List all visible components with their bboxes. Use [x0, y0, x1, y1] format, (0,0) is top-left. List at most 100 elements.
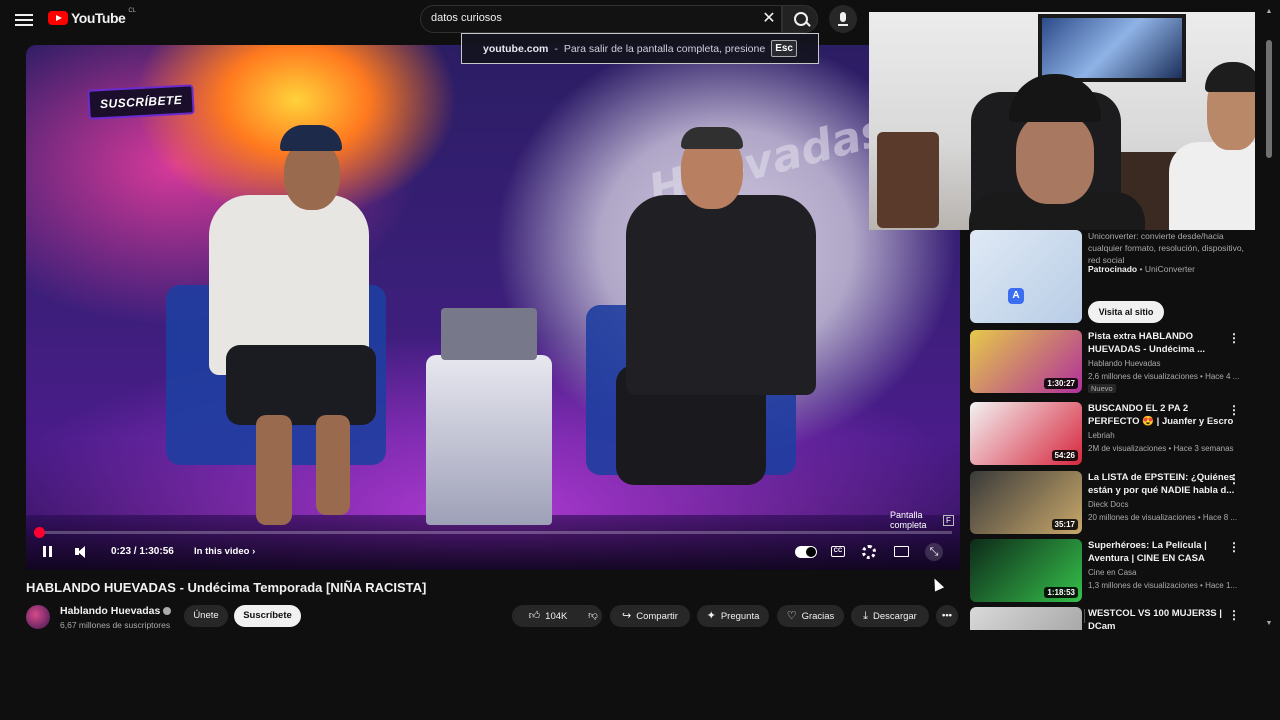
webcam-background-chair: [877, 132, 939, 228]
subscribe-button[interactable]: Suscríbete: [234, 605, 301, 627]
host-left-cap: [280, 125, 342, 151]
dislike-button[interactable]: 👎︎: [586, 605, 600, 627]
page-scrollbar[interactable]: ▲ ▼: [1265, 8, 1273, 630]
more-actions-button[interactable]: •••: [936, 605, 958, 627]
notice-separator: -: [554, 42, 558, 55]
video-player[interactable]: Huevadas SUSCRÍBETE Pantalla completa F …: [26, 45, 960, 570]
scrubber-handle[interactable]: [33, 527, 45, 538]
webcam-overlay: [869, 12, 1255, 230]
recommendation-channel: Hablando Huevadas: [1088, 359, 1161, 368]
like-count: 104K: [545, 611, 568, 622]
scroll-down-arrow[interactable]: ▼: [1265, 620, 1273, 627]
like-button[interactable]: 👍︎ 104K: [518, 605, 578, 628]
video-title: HABLANDO HUEVADAS - Undécima Temporada […: [26, 580, 427, 595]
exit-fullscreen-button[interactable]: ⤡: [925, 543, 943, 561]
search-box: ✕: [420, 5, 782, 33]
scrollbar-thumb[interactable]: [1266, 40, 1272, 158]
subtitles-button[interactable]: CC: [831, 546, 845, 557]
duration-badge: 35:17: [1051, 519, 1078, 530]
scroll-up-arrow[interactable]: ▲: [1265, 8, 1273, 15]
esc-key: Esc: [771, 40, 797, 57]
recommendation-item[interactable]: WESTCOL VS 100 MUJER3S | DCam ⋮: [970, 607, 1260, 630]
recommendation-meta: 20 millones de visualizaciones • Hace 8 …: [1088, 513, 1238, 522]
kebab-menu-icon[interactable]: ⋮: [1228, 404, 1240, 418]
duration-badge: 1:30:27: [1044, 378, 1078, 389]
thanks-button[interactable]: ♡ Gracias: [777, 605, 844, 627]
channel-avatar[interactable]: [26, 605, 50, 629]
kebab-menu-icon[interactable]: ⋮: [1228, 332, 1240, 346]
subscriber-count: 6,67 millones de suscriptores: [60, 620, 171, 630]
chapter-label: In this video: [194, 546, 250, 557]
ad-thumbnail[interactable]: [970, 230, 1082, 323]
clear-search-icon[interactable]: ✕: [760, 10, 778, 28]
autoplay-toggle[interactable]: [795, 546, 817, 558]
recommendation-item[interactable]: 35:17 La LISTA de EPSTEIN: ¿Quiénes está…: [970, 471, 1260, 535]
recommendation-title[interactable]: La LISTA de EPSTEIN: ¿Quiénes están y po…: [1088, 471, 1238, 497]
time-display: 0:23 / 1:30:56: [111, 546, 174, 557]
youtube-watch-page: YouTube CL ✕ Huevadas SUSCRÍBETE Pantall…: [0, 0, 1280, 720]
logo-text: YouTube: [71, 10, 126, 26]
recommendation-thumbnail[interactable]: 54:26: [970, 402, 1082, 465]
recommendation-item[interactable]: 1:30:27 Pista extra HABLANDO HUEVADAS - …: [970, 330, 1260, 394]
chapter-button[interactable]: In this video ›: [194, 540, 255, 564]
youtube-logo[interactable]: YouTube CL: [48, 8, 136, 26]
join-button[interactable]: Únete: [184, 605, 228, 627]
notice-message: Para salir de la pantalla completa, pres…: [563, 42, 766, 55]
ad-text: Uniconverter: convierte desde/hacia cual…: [1088, 231, 1244, 265]
center-table: [426, 355, 552, 525]
notice-domain: youtube.com: [482, 42, 549, 55]
settings-gear-icon[interactable]: [862, 545, 876, 559]
fullscreen-exit-notice: youtube.com - Para salir de la pantalla …: [461, 33, 819, 64]
recommendation-meta: 2,6 millones de visualizaciones • Hace 4…: [1088, 372, 1240, 381]
search-button[interactable]: [782, 5, 818, 33]
menu-icon[interactable]: [14, 11, 34, 29]
kebab-menu-icon[interactable]: ⋮: [1228, 609, 1240, 623]
sponsored-label: Patrocinado: [1088, 264, 1138, 274]
verified-icon: [163, 607, 172, 616]
thumbs-down-icon: 👎︎: [588, 610, 598, 621]
share-button[interactable]: ↪ Compartir: [610, 605, 690, 627]
fullscreen-tooltip-line1: Pantalla: [890, 510, 923, 520]
kebab-menu-icon[interactable]: ⋮: [1228, 473, 1240, 487]
recommendation-thumbnail[interactable]: 1:30:27: [970, 330, 1082, 393]
voice-search-button[interactable]: [829, 5, 857, 33]
progress-bar[interactable]: [33, 527, 952, 538]
host-left-leg: [256, 415, 292, 525]
recommendation-item[interactable]: 1:18:53 Superhéroes: La Película | Avent…: [970, 539, 1260, 603]
pause-button[interactable]: [41, 540, 55, 564]
recommendation-thumbnail[interactable]: 35:17: [970, 471, 1082, 534]
ask-button[interactable]: ✦ Pregunta: [697, 605, 769, 627]
laptop: [441, 308, 537, 360]
share-icon: ↪: [622, 610, 632, 622]
recommendation-thumbnail[interactable]: [970, 607, 1082, 630]
thanks-label: Gracias: [801, 611, 835, 622]
thumbs-up-icon: 👍︎: [528, 610, 541, 622]
duration-badge: 54:26: [1051, 450, 1078, 461]
volume-button[interactable]: [74, 540, 90, 564]
theater-mode-button[interactable]: [894, 546, 909, 557]
download-icon: ⤓: [863, 610, 869, 622]
download-label: Descargar: [873, 611, 917, 622]
host-right-hair: [681, 127, 743, 149]
ad-meta: Patrocinado • UniConverter: [1088, 264, 1195, 274]
heart-dollar-icon: ♡: [786, 610, 797, 622]
recommendation-title[interactable]: WESTCOL VS 100 MUJER3S | DCam: [1088, 607, 1238, 630]
player-controls: 0:23 / 1:30:56 In this video › CC ⤡: [26, 540, 960, 564]
kebab-menu-icon[interactable]: ⋮: [1228, 541, 1240, 555]
download-button[interactable]: ⤓ Descargar: [851, 605, 929, 627]
recommendation-item[interactable]: 54:26 BUSCANDO EL 2 PA 2 PERFECTO 😍 | Ju…: [970, 402, 1260, 466]
country-code: CL: [128, 8, 136, 14]
fullscreen-shortcut-key: F: [943, 515, 954, 526]
recommendation-title[interactable]: BUSCANDO EL 2 PA 2 PERFECTO 😍 | Juanfer …: [1088, 402, 1238, 428]
search-input[interactable]: [431, 12, 751, 24]
recommendation-title[interactable]: Pista extra HABLANDO HUEVADAS - Undécima…: [1088, 330, 1238, 356]
recommendation-title[interactable]: Superhéroes: La Película | Aventura | CI…: [1088, 539, 1238, 565]
subscribe-sticker: SUSCRÍBETE: [87, 84, 196, 120]
recommendation-meta: 2M de visualizaciones • Hace 3 semanas: [1088, 444, 1234, 453]
visit-site-button[interactable]: Visita al sitio: [1088, 301, 1164, 323]
fullscreen-tooltip-line2: completa: [890, 520, 927, 530]
channel-name[interactable]: Hablando Huevadas: [60, 605, 172, 617]
second-person-hair: [1205, 62, 1255, 92]
new-badge: Nuevo: [1088, 384, 1116, 393]
recommendation-thumbnail[interactable]: 1:18:53: [970, 539, 1082, 602]
